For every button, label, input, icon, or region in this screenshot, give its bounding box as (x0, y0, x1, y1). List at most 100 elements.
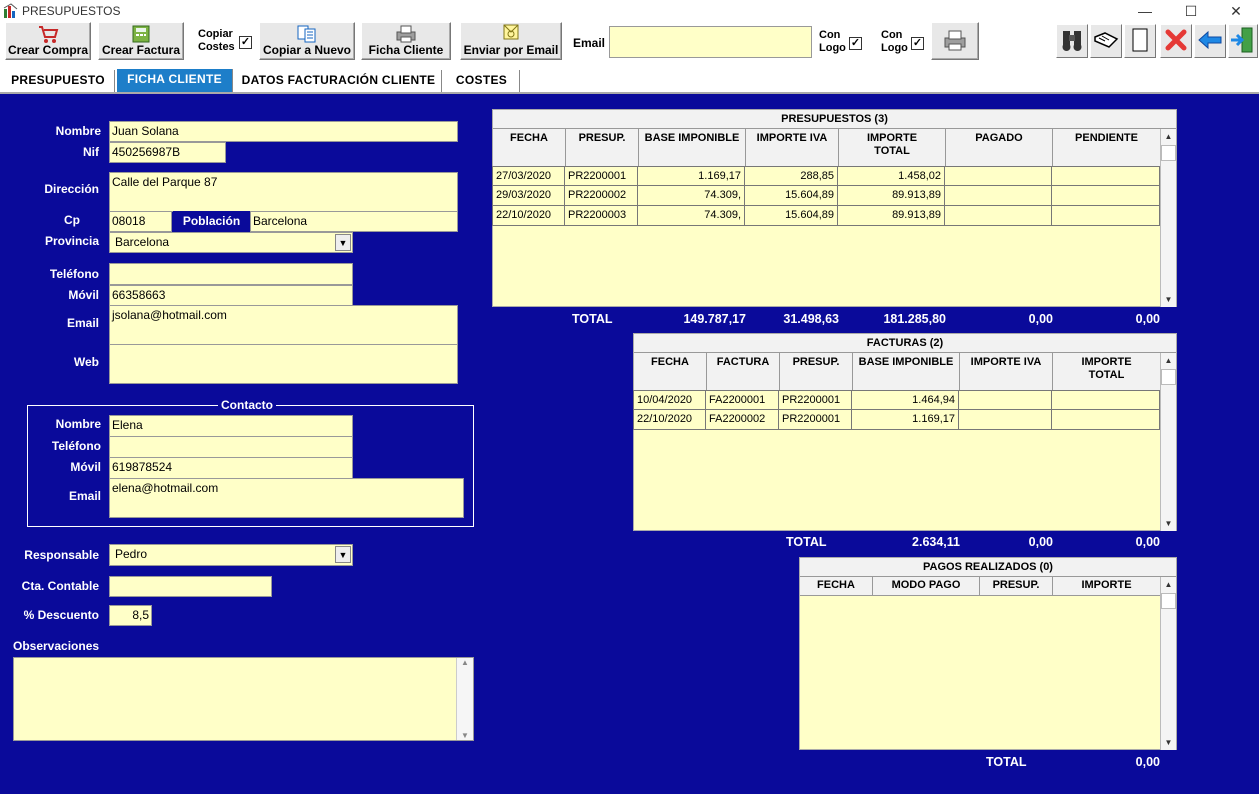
table-cell[interactable]: 27/03/2020 (492, 166, 565, 186)
scroll-down-icon[interactable]: ▼ (1161, 735, 1176, 750)
table-cell[interactable]: 29/03/2020 (492, 186, 565, 206)
scroll-up-icon[interactable]: ▲ (1161, 577, 1176, 592)
table-cell[interactable]: 1.464,94 (852, 390, 959, 410)
delete-button[interactable] (1160, 24, 1192, 58)
table-cell[interactable]: 89.913,89 (838, 206, 945, 226)
table-cell[interactable]: PR2200001 (779, 390, 852, 410)
col-modo-pago[interactable]: MODO PAGO (873, 577, 980, 595)
observaciones-scrollbar[interactable]: ▲ ▼ (456, 658, 473, 740)
table-cell[interactable]: 10/04/2020 (633, 390, 706, 410)
table-cell[interactable] (959, 390, 1052, 410)
descuento-input[interactable]: 8,5 (109, 605, 152, 626)
email-input[interactable] (609, 26, 812, 58)
table-cell[interactable]: 288,85 (745, 166, 838, 186)
col-importe-iva[interactable]: IMPORTE IVA (960, 353, 1053, 390)
scroll-down-icon[interactable]: ▼ (1161, 516, 1176, 531)
table-cell[interactable]: PR2200002 (565, 186, 638, 206)
table-cell[interactable] (945, 166, 1052, 186)
table-cell[interactable]: 22/10/2020 (492, 206, 565, 226)
tab-ficha-cliente[interactable]: FICHA CLIENTE (117, 69, 233, 92)
web-input[interactable] (109, 344, 458, 384)
direccion-input[interactable]: Calle del Parque 87 (109, 172, 458, 212)
table-cell[interactable] (945, 186, 1052, 206)
facturas-scrollbar[interactable]: ▲ ▼ (1160, 353, 1176, 531)
exit-button[interactable] (1228, 24, 1258, 58)
edit-button[interactable] (1090, 24, 1122, 58)
table-cell[interactable]: 22/10/2020 (633, 410, 706, 430)
table-cell[interactable] (1052, 166, 1160, 186)
new-document-button[interactable] (1124, 24, 1156, 58)
scroll-down-icon[interactable]: ▼ (457, 731, 473, 740)
col-base-imponible[interactable]: BASE IMPONIBLE (639, 129, 746, 166)
nif-input[interactable]: 450256987B (109, 142, 226, 163)
contacto-email-input[interactable]: elena@hotmail.com (109, 478, 464, 518)
print-with-logo-button[interactable] (931, 22, 979, 60)
provincia-select[interactable]: Barcelona ▼ (109, 232, 353, 253)
col-factura[interactable]: FACTURA (707, 353, 780, 390)
table-cell[interactable]: PR2200003 (565, 206, 638, 226)
telefono-input[interactable] (109, 263, 353, 285)
chevron-down-icon[interactable]: ▼ (335, 546, 351, 563)
nombre-input[interactable]: Juan Solana (109, 121, 458, 142)
crear-factura-button[interactable]: Crear Factura (98, 22, 184, 60)
copiar-costes-checkbox[interactable]: ✓ (239, 36, 252, 49)
col-base-imponible[interactable]: BASE IMPONIBLE (853, 353, 960, 390)
table-cell[interactable]: PR2200001 (779, 410, 852, 430)
col-importe-total[interactable]: IMPORTE TOTAL (839, 129, 946, 166)
tab-datos-facturacion-cliente[interactable]: DATOS FACTURACIÓN CLIENTE (236, 70, 442, 92)
cta-contable-input[interactable] (109, 576, 272, 597)
table-cell[interactable]: 1.169,17 (852, 410, 959, 430)
table-cell[interactable] (1052, 206, 1160, 226)
table-cell[interactable]: 1.458,02 (838, 166, 945, 186)
col-fecha[interactable]: FECHA (493, 129, 566, 166)
scroll-down-icon[interactable]: ▼ (1161, 292, 1176, 307)
table-cell[interactable]: FA2200001 (706, 390, 779, 410)
pagos-scrollbar[interactable]: ▲ ▼ (1160, 577, 1176, 750)
col-importe[interactable]: IMPORTE (1053, 577, 1161, 595)
table-cell[interactable]: 1.169,17 (638, 166, 745, 186)
table-cell[interactable]: 89.913,89 (838, 186, 945, 206)
enviar-por-email-button[interactable]: Enviar por Email (460, 22, 562, 60)
table-cell[interactable] (945, 206, 1052, 226)
col-pagado[interactable]: PAGADO (946, 129, 1053, 166)
maximize-button[interactable]: ☐ (1168, 0, 1214, 22)
col-pendiente[interactable]: PENDIENTE (1053, 129, 1161, 166)
table-cell[interactable] (1052, 186, 1160, 206)
col-presup[interactable]: PRESUP. (566, 129, 639, 166)
minimize-button[interactable]: — (1122, 0, 1168, 22)
search-binoculars-button[interactable] (1056, 24, 1088, 58)
cp-input[interactable]: 08018 (109, 211, 172, 232)
tab-presupuesto[interactable]: PRESUPUESTO (2, 70, 115, 92)
table-cell[interactable] (1052, 410, 1160, 430)
observaciones-textarea[interactable] (13, 657, 474, 741)
table-cell[interactable] (1052, 390, 1160, 410)
col-presup[interactable]: PRESUP. (980, 577, 1053, 595)
contacto-telefono-input[interactable] (109, 436, 353, 458)
close-window-button[interactable]: ✕ (1213, 0, 1259, 22)
table-cell[interactable]: PR2200001 (565, 166, 638, 186)
contacto-nombre-input[interactable]: Elena (109, 415, 353, 437)
col-presup[interactable]: PRESUP. (780, 353, 853, 390)
movil-input[interactable]: 66358663 (109, 285, 353, 306)
contacto-movil-input[interactable]: 619878524 (109, 457, 353, 479)
table-cell[interactable]: 74.309, (638, 186, 745, 206)
table-cell[interactable]: 74.309, (638, 206, 745, 226)
poblacion-input[interactable]: Barcelona (250, 211, 458, 232)
presupuestos-scrollbar[interactable]: ▲ ▼ (1160, 129, 1176, 307)
chevron-down-icon[interactable]: ▼ (335, 234, 351, 251)
table-cell[interactable]: 15.604,89 (745, 206, 838, 226)
email-cliente-input[interactable]: jsolana@hotmail.com (109, 305, 458, 345)
scroll-up-icon[interactable]: ▲ (1161, 129, 1176, 144)
col-fecha[interactable]: FECHA (634, 353, 707, 390)
responsable-select[interactable]: Pedro ▼ (109, 544, 353, 566)
table-cell[interactable]: FA2200002 (706, 410, 779, 430)
col-fecha[interactable]: FECHA (800, 577, 873, 595)
table-cell[interactable] (959, 410, 1052, 430)
back-button[interactable] (1194, 24, 1226, 58)
col-importe-total[interactable]: IMPORTE TOTAL (1053, 353, 1161, 390)
ficha-cliente-button[interactable]: Ficha Cliente (361, 22, 451, 60)
col-importe-iva[interactable]: IMPORTE IVA (746, 129, 839, 166)
scroll-thumb[interactable] (1161, 145, 1176, 161)
copiar-a-nuevo-button[interactable]: Copiar a Nuevo (259, 22, 355, 60)
scroll-up-icon[interactable]: ▲ (457, 658, 473, 667)
